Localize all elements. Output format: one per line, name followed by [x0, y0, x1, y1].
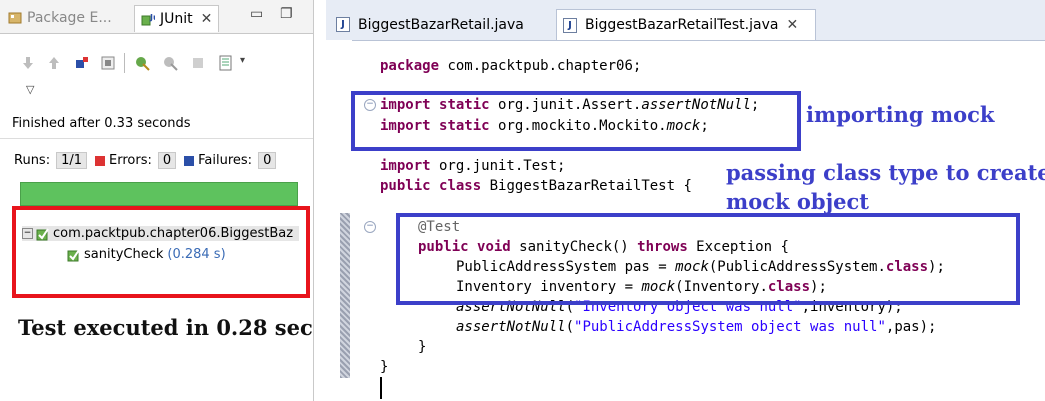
tab-label: JUnit	[160, 11, 193, 27]
toolbar-separator	[124, 53, 125, 73]
test-progress-bar	[20, 182, 298, 206]
change-indicator	[340, 213, 350, 378]
blue-highlight-imports	[351, 91, 801, 151]
tab-package-explorer[interactable]: Package E...	[8, 5, 112, 31]
tab-junit[interactable]: Ju JUnit ✕	[134, 5, 220, 32]
maximize-icon[interactable]: ❐	[280, 6, 293, 22]
errors-value: 0	[157, 152, 177, 169]
junit-icon: Ju	[141, 13, 155, 26]
java-file-icon: J	[336, 17, 350, 32]
package-explorer-icon	[8, 12, 22, 24]
junit-view: Package E... Ju JUnit ✕ ▭ ❐ ▾ ▽ Finished…	[0, 0, 314, 401]
tab-label: BiggestBazarRetailTest.java	[585, 17, 779, 33]
junit-toolbar: ▾ ▽	[0, 33, 313, 96]
code-line-1[interactable]: package com.packtpub.chapter06;	[380, 58, 641, 74]
show-failures-only-icon[interactable]	[74, 55, 90, 71]
passing-class-annotation-line2: mock object	[726, 189, 870, 214]
red-highlight-box	[12, 206, 310, 298]
failures-value: 0	[258, 152, 277, 169]
java-file-icon: J	[563, 17, 577, 33]
run-counters: Runs: 1/1 Errors: 0 Failures: 0	[14, 152, 284, 169]
stop-icon[interactable]	[190, 55, 206, 71]
java-editor: J BiggestBazarRetail.java J BiggestBazar…	[326, 0, 1045, 401]
test-run-history-icon[interactable]	[218, 55, 234, 71]
view-menu-icon[interactable]: ▽	[26, 83, 34, 96]
fold-icon[interactable]: −	[364, 221, 376, 233]
divider	[0, 138, 313, 139]
tab-biggestbazarretail-java[interactable]: J BiggestBazarRetail.java	[330, 9, 550, 40]
close-icon[interactable]: ✕	[786, 17, 798, 33]
scroll-lock-icon[interactable]	[100, 55, 116, 71]
svg-text:Ju: Ju	[149, 13, 155, 22]
editor-tab-bar: J BiggestBazarRetail.java J BiggestBazar…	[326, 0, 1045, 41]
error-icon	[95, 155, 106, 166]
tab-label: BiggestBazarRetail.java	[358, 16, 524, 33]
code-line-11[interactable]: assertNotNull("PublicAddressSystem objec…	[456, 319, 936, 335]
passing-class-annotation-line1: passing class type to create	[726, 160, 1045, 185]
code-line-4[interactable]: import org.junit.Test;	[380, 158, 565, 174]
importing-mock-annotation: importing mock	[806, 102, 995, 127]
code-line-12[interactable]: }	[418, 339, 426, 355]
code-line-13[interactable]: }	[380, 359, 388, 375]
tab-biggestbazarretailtest-java[interactable]: J BiggestBazarRetailTest.java ✕	[556, 9, 816, 40]
failures-label: Failures:	[198, 153, 253, 168]
previous-failure-icon[interactable]	[46, 55, 62, 71]
blue-highlight-mocks	[396, 213, 1020, 305]
tab-label: Package E...	[27, 10, 112, 26]
runs-label: Runs:	[14, 153, 51, 168]
errors-label: Errors:	[109, 153, 152, 168]
next-failure-icon[interactable]	[20, 55, 36, 71]
failure-icon	[184, 155, 195, 166]
test-time-annotation: Test executed in 0.28 sec	[18, 315, 313, 340]
chevron-down-icon[interactable]: ▾	[240, 55, 245, 66]
close-icon[interactable]: ✕	[201, 11, 213, 27]
code-line-5[interactable]: public class BiggestBazarRetailTest {	[380, 178, 692, 194]
rerun-test-icon[interactable]	[134, 55, 150, 71]
left-tab-bar: Package E... Ju JUnit ✕ ▭ ❐	[0, 0, 313, 34]
text-cursor	[380, 377, 382, 399]
runs-value: 1/1	[56, 152, 88, 169]
minimize-icon[interactable]: ▭	[250, 6, 263, 22]
run-status-text: Finished after 0.33 seconds	[12, 116, 191, 131]
rerun-failed-first-icon[interactable]	[162, 55, 178, 71]
